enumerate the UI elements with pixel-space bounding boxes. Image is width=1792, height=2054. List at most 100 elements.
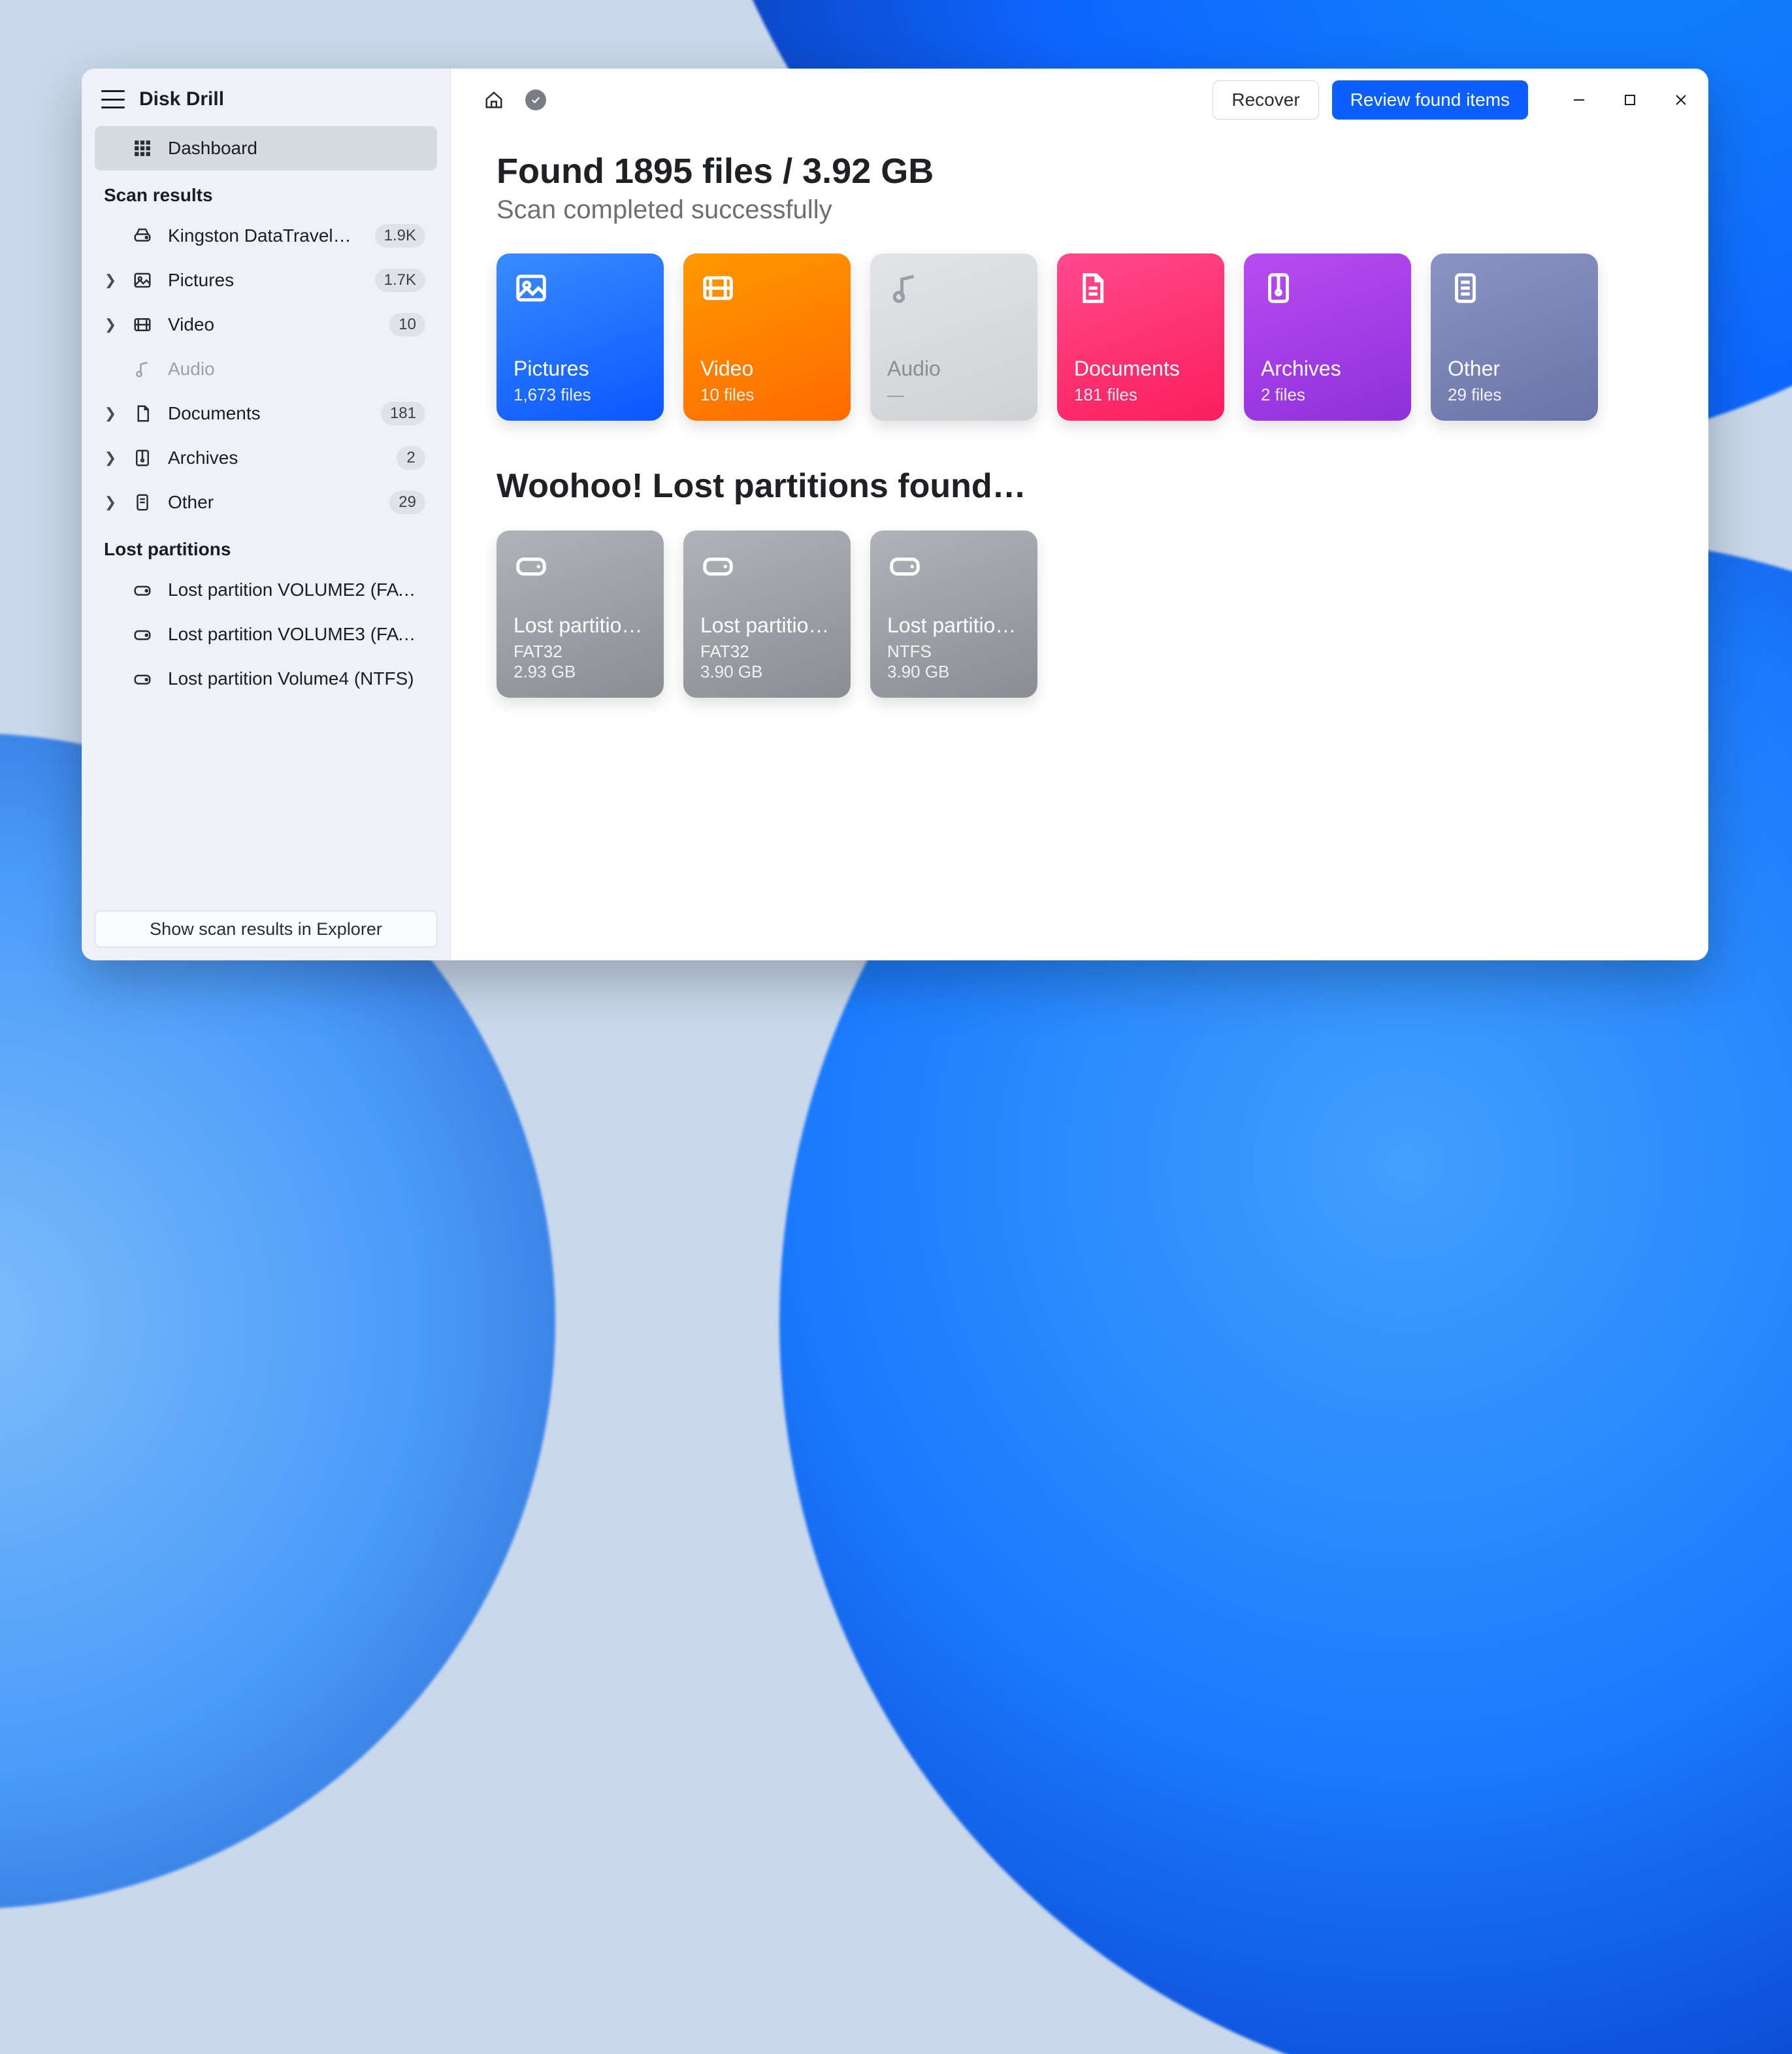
topbar: Recover Review found items	[451, 69, 1708, 131]
sidebar-item-label: Video	[168, 314, 375, 335]
sidebar-section-scan-results: Scan results	[95, 171, 437, 214]
archive-icon	[131, 447, 154, 469]
disk-icon	[513, 547, 549, 583]
card-subtitle: 1,673 files	[513, 385, 647, 405]
review-found-items-button[interactable]: Review found items	[1332, 80, 1528, 120]
card-size: 2.93 GB	[513, 662, 647, 682]
image-icon	[131, 269, 154, 291]
sidebar-item-label: Lost partition VOLUME3 (FAT…	[168, 624, 425, 645]
sidebar-header: Disk Drill	[95, 76, 437, 126]
disk-icon	[887, 547, 922, 583]
card-subtitle: 181 files	[1074, 385, 1207, 405]
grid-icon	[131, 137, 154, 159]
card-documents[interactable]: Documents 181 files	[1057, 253, 1224, 421]
card-audio[interactable]: Audio —	[870, 253, 1037, 421]
main-panel: Recover Review found items Found 1895 fi…	[451, 69, 1708, 960]
sidebar-item-documents[interactable]: ❯ Documents 181	[95, 391, 437, 436]
count-badge: 1.9K	[375, 224, 425, 248]
app-window: Disk Drill Dashboard Scan results Kingst…	[82, 69, 1708, 960]
card-title: Documents	[1074, 357, 1207, 381]
sidebar-section-lost-partitions: Lost partitions	[95, 525, 437, 568]
maximize-icon[interactable]	[1618, 88, 1642, 112]
card-filesystem: NTFS	[887, 642, 1020, 662]
show-in-explorer-button[interactable]: Show scan results in Explorer	[95, 911, 437, 947]
recover-button[interactable]: Recover	[1213, 80, 1318, 120]
video-icon	[700, 270, 736, 306]
count-badge: 29	[389, 491, 425, 514]
home-icon[interactable]	[480, 86, 508, 114]
card-title: Audio	[887, 357, 1020, 381]
chevron-right-icon: ❯	[104, 316, 117, 333]
status-check-icon	[521, 86, 550, 114]
sidebar-item-audio[interactable]: Audio	[95, 347, 437, 391]
sidebar-footer: Show scan results in Explorer	[95, 911, 437, 947]
file-icon	[1448, 270, 1483, 306]
sidebar-item-other[interactable]: ❯ Other 29	[95, 480, 437, 525]
card-subtitle: —	[887, 385, 1020, 405]
archive-icon	[1261, 270, 1296, 306]
sidebar-item-label: Audio	[168, 359, 425, 380]
music-icon	[131, 358, 154, 380]
sidebar-item-video[interactable]: ❯ Video 10	[95, 302, 437, 347]
sidebar-item-pictures[interactable]: ❯ Pictures 1.7K	[95, 258, 437, 302]
card-partition[interactable]: Lost partitio… FAT32 3.90 GB	[683, 530, 851, 698]
card-title: Lost partitio…	[700, 613, 834, 638]
results-headline: Found 1895 files / 3.92 GB	[497, 151, 1663, 191]
file-icon	[131, 491, 154, 514]
card-subtitle: 29 files	[1448, 385, 1581, 405]
sidebar-item-partition[interactable]: Lost partition VOLUME2 (FAT…	[95, 568, 437, 612]
partition-cards-row: Lost partitio… FAT32 2.93 GB Lost partit…	[497, 530, 1663, 698]
card-title: Pictures	[513, 357, 647, 381]
sidebar-item-label: Lost partition Volume4 (NTFS)	[168, 668, 425, 689]
content-area: Found 1895 files / 3.92 GB Scan complete…	[451, 131, 1708, 770]
card-subtitle: 10 files	[700, 385, 834, 405]
count-badge: 2	[397, 446, 425, 470]
card-title: Archives	[1261, 357, 1394, 381]
chevron-right-icon: ❯	[104, 494, 117, 511]
card-partition[interactable]: Lost partitio… FAT32 2.93 GB	[497, 530, 664, 698]
card-size: 3.90 GB	[887, 662, 1020, 682]
sidebar-item-label: Other	[168, 492, 375, 513]
sidebar-item-archives[interactable]: ❯ Archives 2	[95, 436, 437, 480]
card-title: Video	[700, 357, 834, 381]
card-title: Other	[1448, 357, 1581, 381]
results-subhead: Scan completed successfully	[497, 195, 1663, 225]
app-title: Disk Drill	[139, 88, 224, 110]
count-badge: 1.7K	[375, 269, 425, 292]
count-badge: 10	[389, 313, 425, 336]
window-controls	[1567, 88, 1693, 112]
document-icon	[131, 402, 154, 425]
card-partition[interactable]: Lost partitio… NTFS 3.90 GB	[870, 530, 1037, 698]
sidebar-item-partition[interactable]: Lost partition Volume4 (NTFS)	[95, 657, 437, 701]
chevron-right-icon: ❯	[104, 272, 117, 289]
card-video[interactable]: Video 10 files	[683, 253, 851, 421]
sidebar-item-label: Dashboard	[168, 138, 425, 159]
sidebar-item-label: Documents	[168, 403, 367, 424]
minimize-icon[interactable]	[1567, 88, 1591, 112]
category-cards-row: Pictures 1,673 files Video 10 files Audi…	[497, 253, 1663, 421]
disk-icon	[131, 623, 154, 645]
close-icon[interactable]	[1669, 88, 1693, 112]
card-archives[interactable]: Archives 2 files	[1244, 253, 1411, 421]
card-title: Lost partitio…	[513, 613, 647, 638]
card-filesystem: FAT32	[700, 642, 834, 662]
sidebar-item-dashboard[interactable]: Dashboard	[95, 126, 437, 171]
document-icon	[1074, 270, 1109, 306]
sidebar-item-label: Archives	[168, 448, 382, 468]
card-subtitle: 2 files	[1261, 385, 1394, 405]
partitions-headline: Woohoo! Lost partitions found…	[497, 466, 1663, 506]
menu-icon[interactable]	[101, 90, 125, 108]
disk-icon	[131, 668, 154, 690]
card-title: Lost partitio…	[887, 613, 1020, 638]
sidebar: Disk Drill Dashboard Scan results Kingst…	[82, 69, 451, 960]
sidebar-item-label: Kingston DataTraveler U…	[168, 225, 361, 246]
chevron-right-icon: ❯	[104, 449, 117, 466]
sidebar-item-device[interactable]: Kingston DataTraveler U… 1.9K	[95, 214, 437, 258]
image-icon	[513, 270, 549, 306]
sidebar-item-label: Pictures	[168, 270, 361, 291]
sidebar-item-label: Lost partition VOLUME2 (FAT…	[168, 579, 425, 600]
sidebar-item-partition[interactable]: Lost partition VOLUME3 (FAT…	[95, 612, 437, 657]
card-size: 3.90 GB	[700, 662, 834, 682]
card-pictures[interactable]: Pictures 1,673 files	[497, 253, 664, 421]
card-other[interactable]: Other 29 files	[1431, 253, 1598, 421]
